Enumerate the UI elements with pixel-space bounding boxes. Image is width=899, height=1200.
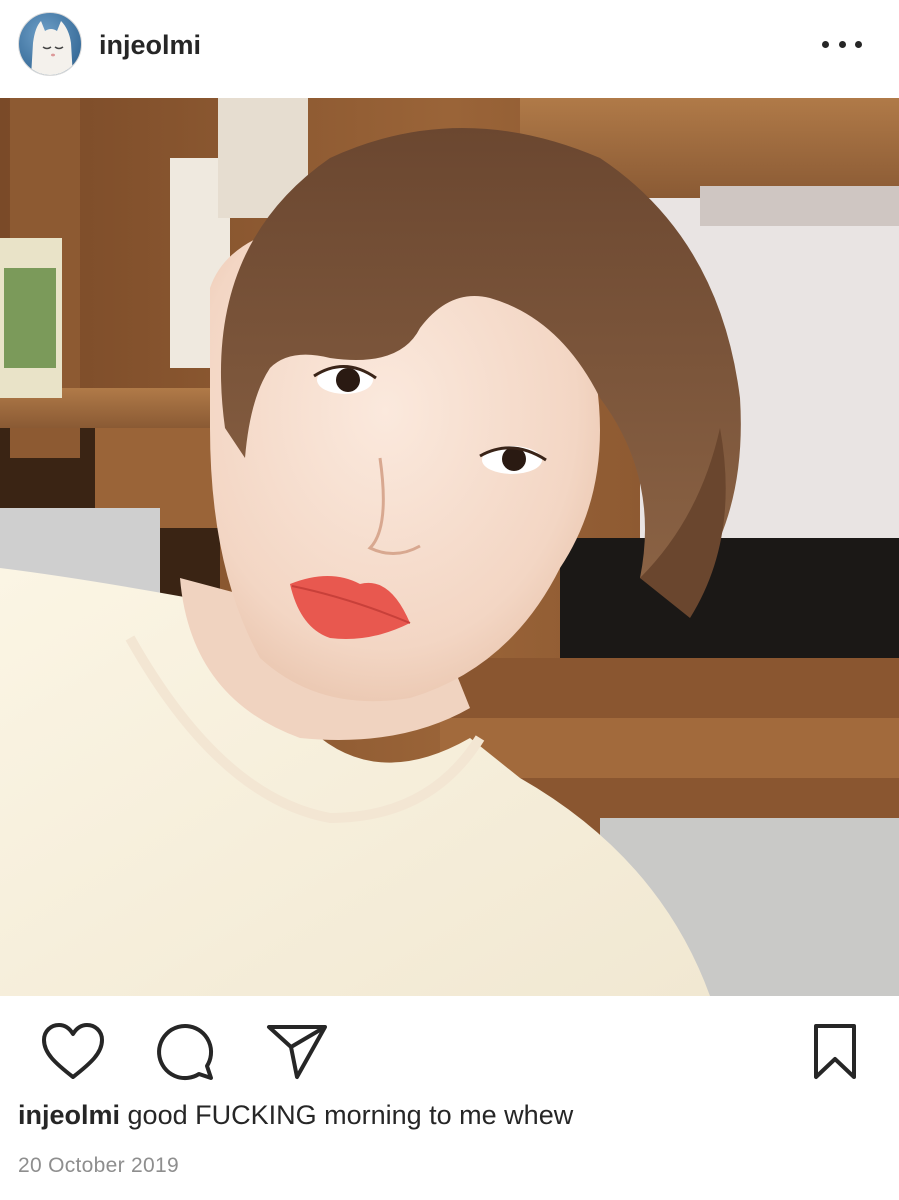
selfie-image [0,98,899,996]
heart-icon [42,1023,104,1079]
post-header: injeolmi [0,0,899,98]
more-options-icon[interactable] [822,30,862,58]
comment-button[interactable] [150,1020,220,1084]
caption-text: good FUCKING morning to me whew [127,1100,574,1130]
post-date: 20 October 2019 [18,1154,179,1177]
save-button[interactable] [800,1020,870,1084]
paper-plane-icon [267,1025,327,1079]
share-button[interactable] [262,1020,332,1084]
caption-username[interactable]: injeolmi [18,1100,120,1130]
post-photo[interactable] [0,98,899,996]
post-caption: injeolmi good FUCKING morning to me whew [18,1100,573,1131]
instagram-post: injeolmi injeolmi good FUCKING morning t… [0,0,899,1200]
avatar[interactable] [18,12,82,76]
bookmark-icon [814,1024,856,1079]
like-button[interactable] [38,1020,108,1084]
white-cat-avatar-icon [31,21,73,75]
comment-icon [157,1024,213,1080]
header-username[interactable]: injeolmi [99,30,201,61]
action-bar [0,1010,899,1090]
